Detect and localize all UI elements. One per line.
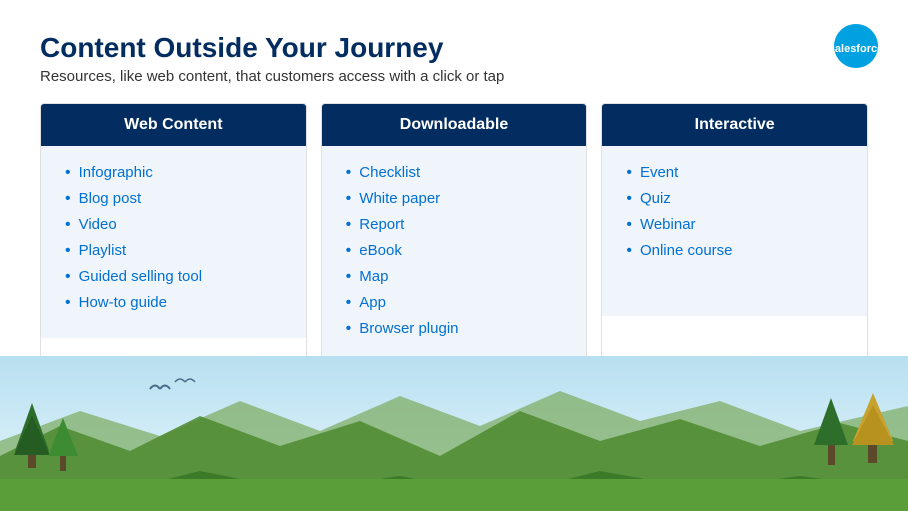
list-item: Playlist xyxy=(65,242,290,260)
content-columns: Web Content Infographic Blog post Video … xyxy=(40,103,868,365)
list-item: Guided selling tool xyxy=(65,268,290,286)
list-item: Event xyxy=(626,164,851,182)
list-item: White paper xyxy=(346,190,571,208)
list-item: Report xyxy=(346,216,571,234)
list-item: Webinar xyxy=(626,216,851,234)
slide-title: Content Outside Your Journey xyxy=(40,32,868,64)
slide-header: Content Outside Your Journey Resources, … xyxy=(40,32,868,85)
web-content-column: Web Content Infographic Blog post Video … xyxy=(40,103,307,365)
interactive-body: Event Quiz Webinar Online course xyxy=(602,146,867,316)
list-item: Checklist xyxy=(346,164,571,182)
list-item: Online course xyxy=(626,242,851,260)
list-item: eBook xyxy=(346,242,571,260)
list-item: How-to guide xyxy=(65,294,290,312)
interactive-header: Interactive xyxy=(602,104,867,146)
list-item: Browser plugin xyxy=(346,320,571,338)
downloadable-body: Checklist White paper Report eBook Map A… xyxy=(322,146,587,364)
slide: salesforce Content Outside Your Journey … xyxy=(0,0,908,511)
downloadable-list: Checklist White paper Report eBook Map A… xyxy=(346,164,571,338)
web-content-header: Web Content xyxy=(41,104,306,146)
landscape-illustration xyxy=(0,356,908,511)
web-content-list: Infographic Blog post Video Playlist Gui… xyxy=(65,164,290,312)
list-item: Video xyxy=(65,216,290,234)
list-item: Infographic xyxy=(65,164,290,182)
interactive-column: Interactive Event Quiz Webinar Online co… xyxy=(601,103,868,365)
list-item: Blog post xyxy=(65,190,290,208)
svg-text:salesforce: salesforce xyxy=(834,43,878,55)
salesforce-logo: salesforce xyxy=(834,24,878,68)
list-item: Map xyxy=(346,268,571,286)
slide-subtitle: Resources, like web content, that custom… xyxy=(40,68,868,85)
interactive-list: Event Quiz Webinar Online course xyxy=(626,164,851,260)
downloadable-column: Downloadable Checklist White paper Repor… xyxy=(321,103,588,365)
web-content-body: Infographic Blog post Video Playlist Gui… xyxy=(41,146,306,338)
list-item: Quiz xyxy=(626,190,851,208)
downloadable-header: Downloadable xyxy=(322,104,587,146)
list-item: App xyxy=(346,294,571,312)
